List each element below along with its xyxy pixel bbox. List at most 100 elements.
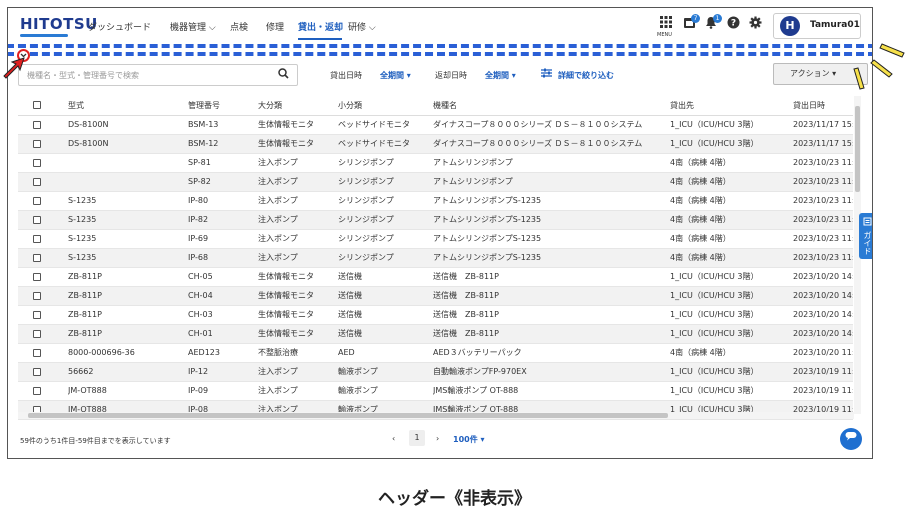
table-row[interactable]: S-1235 IP-82 注入ポンプ シリンジポンプ アトムシリンジポンプS-1235 4… (18, 210, 853, 230)
row-checkbox[interactable] (18, 362, 68, 382)
table-cell: 生体情報モニタ (258, 324, 338, 344)
table-cell: 2023/10/20 14: (793, 267, 853, 287)
column-header-management-number[interactable]: 管理番号 (188, 96, 258, 116)
vertical-scroll-thumb[interactable] (855, 106, 860, 192)
table-cell: 2023/11/17 15: (793, 134, 853, 154)
row-checkbox[interactable] (18, 248, 68, 268)
table-cell: 生体情報モニタ (258, 305, 338, 325)
table-row[interactable]: 56662 IP-12 注入ポンプ 輸液ポンプ 自動輸液ポンプFP-970EX 1_ICU… (18, 362, 853, 382)
table-cell: S-1235 (68, 248, 188, 268)
table-cell: SP-82 (188, 172, 258, 192)
table-row[interactable]: DS-8100N BSM-12 生体情報モニタ ベッドサイドモニタ ダイナスコープ８００… (18, 134, 853, 154)
svg-text:?: ? (730, 19, 735, 29)
row-checkbox[interactable] (18, 343, 68, 363)
column-header-lend-date[interactable]: 貸出日時 (793, 96, 853, 116)
search-icon[interactable] (278, 68, 289, 82)
lend-date-select[interactable]: 全期間 ▾ (380, 70, 411, 81)
horizontal-scrollbar[interactable] (18, 412, 854, 419)
row-checkbox[interactable] (18, 153, 68, 173)
table-cell: 1_ICU（ICU/HCU 3階） (670, 324, 793, 344)
table-row[interactable]: 8000-000696-36 AED123 不整脈治療 AED AED３バッテリーパック… (18, 343, 853, 363)
gear-icon[interactable] (748, 16, 762, 30)
filter-icon[interactable] (541, 68, 552, 80)
table-cell: 2023/10/20 11: (793, 343, 853, 363)
nav-device-management[interactable]: 機器管理 ⌵ (170, 20, 216, 33)
table-row[interactable]: S-1235 IP-68 注入ポンプ シリンジポンプ アトムシリンジポンプS-1235 4… (18, 248, 853, 268)
table-cell: IP-80 (188, 191, 258, 211)
detail-filter-link[interactable]: 詳細で絞り込む (558, 70, 614, 81)
search-placeholder: 機種名・型式・管理番号で検索 (27, 71, 139, 80)
column-header-device-name[interactable]: 機種名 (433, 96, 670, 116)
table-cell: 送信機 (338, 286, 433, 306)
table-row[interactable]: S-1235 IP-69 注入ポンプ シリンジポンプ アトムシリンジポンプS-1235 4… (18, 229, 853, 249)
row-checkbox[interactable] (18, 172, 68, 192)
table-cell: 送信機 ZB-811P (433, 305, 670, 325)
table-cell: 4南（病棟 4階） (670, 153, 793, 173)
table-cell: DS-8100N (68, 115, 188, 135)
row-checkbox[interactable] (18, 134, 68, 154)
table-cell: アトムシリンジポンプ (433, 153, 670, 173)
nav-dashboard[interactable]: ダッシュボード (88, 20, 151, 33)
chat-button[interactable] (840, 428, 862, 450)
row-checkbox[interactable] (18, 210, 68, 230)
prev-page-button[interactable]: ‹ (392, 434, 395, 443)
table-cell: 注入ポンプ (258, 153, 338, 173)
help-icon[interactable]: ? (726, 16, 740, 30)
column-header-category[interactable]: 大分類 (258, 96, 338, 116)
nav-inspection[interactable]: 点検 (230, 20, 248, 33)
table-cell: 4南（病棟 4階） (670, 210, 793, 230)
table-row[interactable]: ZB-811P CH-05 生体情報モニタ 送信機 送信機 ZB-811P 1_ICU（I… (18, 267, 853, 287)
table-row[interactable]: S-1235 IP-80 注入ポンプ シリンジポンプ アトムシリンジポンプS-1235 4… (18, 191, 853, 211)
calendar-badge: 7 (691, 14, 700, 23)
table-row[interactable]: ZB-811P CH-04 生体情報モニタ 送信機 送信機 ZB-811P 1_ICU（I… (18, 286, 853, 306)
row-checkbox[interactable] (18, 229, 68, 249)
table-cell: 2023/10/19 11: (793, 362, 853, 382)
table-cell: 輸液ポンプ (338, 381, 433, 401)
row-checkbox[interactable] (18, 191, 68, 211)
table-cell (68, 153, 188, 173)
per-page-select[interactable]: 100件 ▾ (453, 434, 485, 445)
column-header-lend-destination[interactable]: 貸出先 (670, 96, 793, 116)
horizontal-scroll-thumb[interactable] (28, 413, 668, 418)
next-page-button[interactable]: › (436, 434, 439, 443)
table-row[interactable]: ZB-811P CH-01 生体情報モニタ 送信機 送信機 ZB-811P 1_ICU（I… (18, 324, 853, 344)
row-checkbox[interactable] (18, 305, 68, 325)
row-checkbox[interactable] (18, 267, 68, 287)
table-cell: 注入ポンプ (258, 248, 338, 268)
column-header-subcategory[interactable]: 小分類 (338, 96, 433, 116)
select-all-checkbox[interactable] (18, 96, 68, 116)
guide-tab[interactable]: ガイド (859, 213, 872, 259)
current-page[interactable]: 1 (409, 430, 425, 446)
row-checkbox[interactable] (18, 324, 68, 344)
table-row[interactable]: DS-8100N BSM-13 生体情報モニタ ベッドサイドモニタ ダイナスコープ８００… (18, 115, 853, 135)
table-row[interactable]: SP-81 注入ポンプ シリンジポンプ アトムシリンジポンプ 4南（病棟 4階） 2023… (18, 153, 853, 173)
table-cell: 2023/10/23 11: (793, 191, 853, 211)
table-cell: シリンジポンプ (338, 172, 433, 192)
table-cell: 輸液ポンプ (338, 362, 433, 382)
table-cell: アトムシリンジポンプS-1235 (433, 248, 670, 268)
table-row[interactable]: ZB-811P CH-03 生体情報モニタ 送信機 送信機 ZB-811P 1_ICU（I… (18, 305, 853, 325)
return-date-label: 返却日時 (435, 71, 467, 80)
column-header-model[interactable]: 型式 (68, 96, 188, 116)
table-cell: アトムシリンジポンプ (433, 172, 670, 192)
table-row[interactable]: JM-OT888 IP-09 注入ポンプ 輸液ポンプ JMS輸液ポンプ OT-888 1_… (18, 381, 853, 401)
nav-lend-return[interactable]: 貸出・返却 (298, 20, 343, 33)
table-cell: 注入ポンプ (258, 210, 338, 230)
table-cell: 4南（病棟 4階） (670, 229, 793, 249)
caption-title: ヘッダー《非表示》 (378, 489, 531, 509)
user-menu[interactable]: H Tamura01 (773, 13, 861, 39)
table-cell: IP-69 (188, 229, 258, 249)
return-date-select[interactable]: 全期間 ▾ (485, 70, 516, 81)
table-cell: 送信機 (338, 324, 433, 344)
nav-repair[interactable]: 修理 (266, 20, 284, 33)
nav-training[interactable]: 研修 ⌵ (348, 20, 376, 33)
grid-menu-icon[interactable] (659, 16, 673, 30)
table-row[interactable]: SP-82 注入ポンプ シリンジポンプ アトムシリンジポンプ 4南（病棟 4階） 2023… (18, 172, 853, 192)
table-cell: JMS輸液ポンプ OT-888 (433, 381, 670, 401)
search-input[interactable]: 機種名・型式・管理番号で検索 (18, 64, 298, 86)
row-checkbox[interactable] (18, 381, 68, 401)
app-window: HITOTSU ダッシュボード 機器管理 ⌵ 点検 修理 貸出・返却 研修 ⌵ … (7, 7, 873, 459)
table-cell: ZB-811P (68, 286, 188, 306)
row-checkbox[interactable] (18, 286, 68, 306)
row-checkbox[interactable] (18, 115, 68, 135)
